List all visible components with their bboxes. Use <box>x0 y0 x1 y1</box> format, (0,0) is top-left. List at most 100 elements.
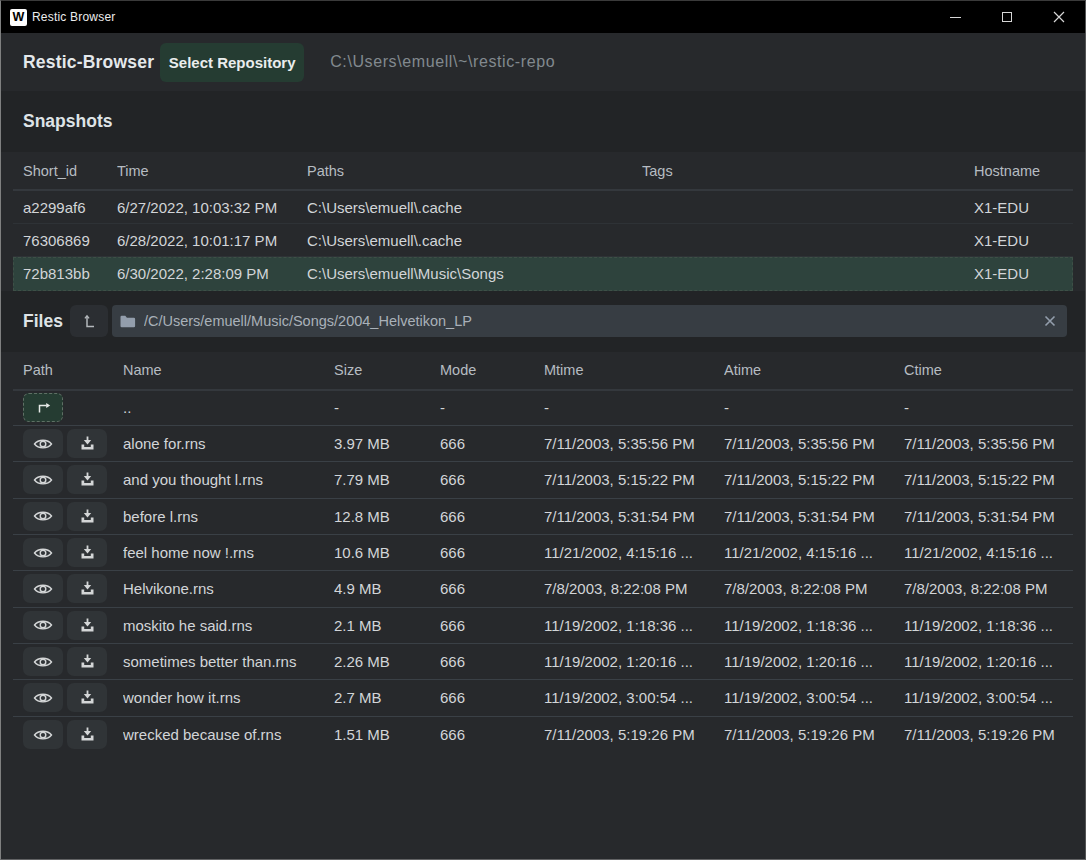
file-size: 4.9 MB <box>334 580 440 597</box>
close-icon <box>1053 11 1065 23</box>
preview-button[interactable] <box>23 538 63 567</box>
restic-browser-window: { "window": { "title": "Restic Browser",… <box>0 0 1086 860</box>
preview-button[interactable] <box>23 720 63 749</box>
files-toolbar: Files /C/Users/emuell/Music/Songs/2004_H… <box>1 291 1085 352</box>
download-button[interactable] <box>67 574 107 603</box>
files-rows: .. - - - - - alone for.rns 3.97 MB <box>13 391 1073 753</box>
eye-icon <box>33 655 53 669</box>
file-mtime: 11/19/2002, 3:00:54 ... <box>544 689 724 706</box>
file-mtime: 7/8/2003, 8:22:08 PM <box>544 580 724 597</box>
download-icon <box>80 690 95 705</box>
download-button[interactable] <box>67 429 107 458</box>
file-name: sometimes better than.rns <box>123 653 334 670</box>
download-icon <box>80 727 95 742</box>
file-row[interactable]: Helvikone.rns 4.9 MB 666 7/8/2003, 8:22:… <box>13 571 1073 607</box>
maximize-button[interactable] <box>981 1 1033 33</box>
file-row[interactable]: feel home now !.rns 10.6 MB 666 11/21/20… <box>13 535 1073 571</box>
download-button[interactable] <box>67 611 107 640</box>
file-atime: 11/21/2002, 4:15:16 ... <box>724 544 904 561</box>
maximize-icon <box>1002 12 1012 22</box>
file-path-bar[interactable]: /C/Users/emuell/Music/Songs/2004_Helveti… <box>112 305 1067 337</box>
file-actions <box>23 647 123 676</box>
file-row[interactable]: and you thought l.rns 7.79 MB 666 7/11/2… <box>13 462 1073 498</box>
preview-button[interactable] <box>23 574 63 603</box>
file-mode: 666 <box>440 435 544 452</box>
download-button[interactable] <box>67 683 107 712</box>
minimize-button[interactable] <box>929 1 981 33</box>
file-atime: 7/11/2003, 5:31:54 PM <box>724 508 904 525</box>
file-row[interactable]: alone for.rns 3.97 MB 666 7/11/2003, 5:3… <box>13 426 1073 462</box>
file-mode: 666 <box>440 726 544 743</box>
file-path-text: /C/Users/emuell/Music/Songs/2004_Helveti… <box>144 313 472 329</box>
preview-button[interactable] <box>23 465 63 494</box>
file-ctime: 11/21/2002, 4:15:16 ... <box>904 544 1063 561</box>
file-row[interactable]: wonder how it.rns 2.7 MB 666 11/19/2002,… <box>13 680 1073 716</box>
snapshot-row[interactable]: a2299af6 6/27/2022, 10:03:32 PM C:\Users… <box>13 191 1073 224</box>
files-title: Files <box>23 311 63 332</box>
file-mode: - <box>440 399 544 416</box>
file-ctime: 7/8/2003, 8:22:08 PM <box>904 580 1063 597</box>
snapshot-hostname: X1-EDU <box>974 199 1063 216</box>
col-atime: Atime <box>724 362 904 378</box>
col-mtime: Mtime <box>544 362 724 378</box>
download-button[interactable] <box>67 720 107 749</box>
close-button[interactable] <box>1033 1 1085 33</box>
file-atime: 7/11/2003, 5:19:26 PM <box>724 726 904 743</box>
file-mtime: 7/11/2003, 5:31:54 PM <box>544 508 724 525</box>
clear-path-button[interactable] <box>1044 315 1056 327</box>
file-row[interactable]: before l.rns 12.8 MB 666 7/11/2003, 5:31… <box>13 499 1073 535</box>
file-actions <box>23 720 123 749</box>
file-actions <box>23 538 123 567</box>
file-row[interactable]: wrecked because of.rns 1.51 MB 666 7/11/… <box>13 717 1073 753</box>
snapshot-row[interactable]: 76306869 6/28/2022, 10:01:17 PM C:\Users… <box>13 224 1073 257</box>
app-header: Restic-Browser Select Repository C:\User… <box>1 33 1085 91</box>
file-mtime: 11/19/2002, 1:20:16 ... <box>544 653 724 670</box>
files-table-header: Path Name Size Mode Mtime Atime Ctime <box>13 352 1073 391</box>
tree-mode-button[interactable] <box>70 305 108 337</box>
file-row[interactable]: moskito he said.rns 2.1 MB 666 11/19/200… <box>13 608 1073 644</box>
file-row[interactable]: .. - - - - - <box>13 391 1073 426</box>
snapshot-hostname: X1-EDU <box>974 232 1063 249</box>
eye-icon <box>33 728 53 742</box>
file-mode: 666 <box>440 544 544 561</box>
file-size: 7.79 MB <box>334 471 440 488</box>
preview-button[interactable] <box>23 647 63 676</box>
download-button[interactable] <box>67 502 107 531</box>
go-parent-button[interactable] <box>23 393 63 422</box>
snapshots-rows: a2299af6 6/27/2022, 10:03:32 PM C:\Users… <box>13 191 1073 291</box>
col-time: Time <box>117 163 307 179</box>
parent-dir-icon <box>36 401 51 414</box>
snapshot-time: 6/28/2022, 10:01:17 PM <box>117 232 307 249</box>
snapshots-table-header: Short_id Time Paths Tags Hostname <box>13 152 1073 191</box>
select-repository-button[interactable]: Select Repository <box>160 43 304 82</box>
col-size: Size <box>334 362 440 378</box>
download-button[interactable] <box>67 465 107 494</box>
snapshot-row[interactable]: 72b813bb 6/30/2022, 2:28:09 PM C:\Users\… <box>13 257 1073 290</box>
repository-path[interactable]: C:\Users\emuell\~\restic-repo <box>330 53 555 71</box>
file-name: moskito he said.rns <box>123 617 334 634</box>
preview-button[interactable] <box>23 429 63 458</box>
eye-icon <box>33 509 53 523</box>
preview-button[interactable] <box>23 683 63 712</box>
file-atime: - <box>724 399 904 416</box>
snapshot-time: 6/27/2022, 10:03:32 PM <box>117 199 307 216</box>
download-button[interactable] <box>67 538 107 567</box>
download-icon <box>80 545 95 560</box>
preview-button[interactable] <box>23 502 63 531</box>
file-actions <box>23 393 123 422</box>
file-mtime: - <box>544 399 724 416</box>
file-size: 10.6 MB <box>334 544 440 561</box>
eye-icon <box>33 582 53 596</box>
file-atime: 11/19/2002, 1:20:16 ... <box>724 653 904 670</box>
file-name: wonder how it.rns <box>123 689 334 706</box>
file-name: before l.rns <box>123 508 334 525</box>
download-button[interactable] <box>67 647 107 676</box>
col-ctime: Ctime <box>904 362 1063 378</box>
preview-button[interactable] <box>23 611 63 640</box>
file-row[interactable]: sometimes better than.rns 2.26 MB 666 11… <box>13 644 1073 680</box>
col-paths: Paths <box>307 163 642 179</box>
file-size: 2.7 MB <box>334 689 440 706</box>
snapshot-time: 6/30/2022, 2:28:09 PM <box>117 265 307 282</box>
col-name: Name <box>123 362 334 378</box>
window-controls <box>929 1 1085 33</box>
